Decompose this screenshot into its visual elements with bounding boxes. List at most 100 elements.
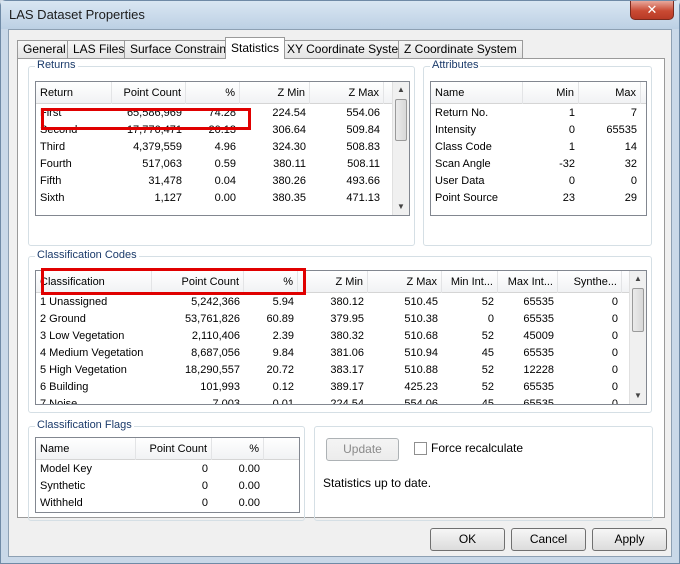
tab-xy-coordinate-system[interactable]: XY Coordinate System (281, 40, 415, 58)
scroll-thumb[interactable] (632, 288, 644, 332)
attributes-list[interactable]: Name Min Max Return No. 1 7 Intensity 0 65535… (430, 81, 647, 216)
point-count-cell: 2,110,406 (191, 330, 240, 342)
col-class-synthetic[interactable]: Synthe... (558, 271, 622, 293)
attr-max-cell: 65535 (606, 124, 637, 136)
min-intensity-cell: 45 (481, 347, 494, 359)
tab-surface-constraints[interactable]: Surface Constraints (124, 40, 242, 58)
col-flag-percent[interactable]: % (212, 438, 264, 460)
table-row[interactable]: 1 Unassigned 5,242,366 5.94 380.12 510.45 52 6… (36, 294, 646, 311)
ok-button[interactable]: OK (430, 528, 505, 551)
col-attr-max[interactable]: Max (579, 82, 641, 104)
table-row[interactable]: Third 4,379,559 4.96 324.30 508.83 (36, 139, 409, 156)
returns-scrollbar[interactable]: ▲ ▼ (392, 82, 409, 215)
scroll-down-arrow[interactable]: ▼ (393, 199, 409, 215)
point-count-cell: 101,993 (200, 381, 240, 393)
table-row[interactable]: 3 Low Vegetation 2,110,406 2.39 380.32 510.6… (36, 328, 646, 345)
tab-las-files[interactable]: LAS Files (67, 40, 131, 58)
classification-flags-list[interactable]: Name Point Count % Model Key 0 0.00 Synthet… (35, 437, 300, 513)
classification-cell: 3 Low Vegetation (40, 330, 125, 342)
col-flag-name[interactable]: Name (36, 438, 136, 460)
col-zmax[interactable]: Z Max (310, 82, 384, 104)
col-flag-point-count[interactable]: Point Count (136, 438, 212, 460)
classification-header: Classification Point Count % Z Min Z Max… (36, 271, 646, 293)
flags-header: Name Point Count % (36, 438, 299, 460)
las-dataset-properties-window: LAS Dataset Properties ✕ General LAS Fil… (0, 0, 680, 564)
returns-group-label: Returns (35, 59, 78, 71)
tab-z-coordinate-system[interactable]: Z Coordinate System (398, 40, 523, 58)
min-intensity-cell: 52 (481, 296, 494, 308)
table-row[interactable]: Intensity 0 65535 (431, 122, 646, 139)
min-intensity-cell: 52 (481, 330, 494, 342)
classification-cell: 7 Noise (40, 398, 78, 405)
col-classification[interactable]: Classification (36, 271, 152, 293)
col-zmin[interactable]: Z Min (240, 82, 310, 104)
table-row[interactable]: 5 High Vegetation 18,290,557 20.72 383.17 51… (36, 362, 646, 379)
attr-max-cell: 29 (624, 192, 637, 204)
attr-max-cell: 32 (624, 158, 637, 170)
table-row[interactable]: First 65,586,969 74.28 224.54 554.06 (36, 105, 409, 122)
zmax-cell: 510.68 (404, 330, 438, 342)
point-count-cell: 31,478 (148, 175, 182, 187)
returns-list[interactable]: Return Point Count % Z Min Z Max First 65… (35, 81, 410, 216)
table-row[interactable]: Scan Angle -32 32 (431, 156, 646, 173)
scroll-up-arrow[interactable]: ▲ (393, 82, 409, 98)
max-intensity-cell: 65535 (523, 313, 554, 325)
table-row[interactable]: Point Source 23 29 (431, 190, 646, 207)
title-bar[interactable]: LAS Dataset Properties ✕ (1, 1, 679, 29)
min-intensity-cell: 52 (481, 381, 494, 393)
min-intensity-cell: 52 (481, 364, 494, 376)
force-recalculate-checkbox[interactable] (414, 442, 427, 455)
col-class-zmax[interactable]: Z Max (368, 271, 442, 293)
cancel-button[interactable]: Cancel (511, 528, 586, 551)
table-row[interactable]: Class Code 1 14 (431, 139, 646, 156)
zmin-cell: 224.54 (272, 107, 306, 119)
table-row[interactable]: 4 Medium Vegetation 8,687,056 9.84 381.06 51… (36, 345, 646, 362)
table-row[interactable]: User Data 0 0 (431, 173, 646, 190)
update-button[interactable]: Update (326, 438, 399, 461)
scroll-down-arrow[interactable]: ▼ (630, 388, 646, 404)
table-row[interactable]: Fourth 517,063 0.59 380.11 508.11 (36, 156, 409, 173)
flag-name-cell: Withheld (40, 497, 83, 509)
col-class-percent[interactable]: % (244, 271, 298, 293)
returns-group: Returns Return Point Count % Z Min Z Max… (28, 59, 415, 246)
col-class-zmin[interactable]: Z Min (298, 271, 368, 293)
zmax-cell: 509.84 (346, 124, 380, 136)
col-class-point-count[interactable]: Point Count (152, 271, 244, 293)
classification-scrollbar[interactable]: ▲ ▼ (629, 271, 646, 404)
zmin-cell: 389.17 (330, 381, 364, 393)
table-row[interactable]: Fifth 31,478 0.04 380.26 493.66 (36, 173, 409, 190)
col-attr-name[interactable]: Name (431, 82, 523, 104)
table-row[interactable]: Second 17,776,471 20.13 306.64 509.84 (36, 122, 409, 139)
percent-cell: 0.00 (238, 497, 260, 509)
close-button[interactable]: ✕ (630, 1, 674, 20)
apply-button[interactable]: Apply (592, 528, 667, 551)
attr-name-cell: User Data (435, 175, 485, 187)
tab-statistics[interactable]: Statistics (225, 37, 286, 59)
table-row[interactable]: Return No. 1 7 (431, 105, 646, 122)
point-count-cell: 8,687,056 (191, 347, 240, 359)
table-row[interactable]: 7 Noise 7,003 0.01 224.54 554.06 45 65535 0 (36, 396, 646, 405)
col-point-count[interactable]: Point Count (112, 82, 186, 104)
col-class-max-intensity[interactable]: Max Int... (498, 271, 558, 293)
table-row[interactable]: 2 Ground 53,761,826 60.89 379.95 510.38 0 6553… (36, 311, 646, 328)
zmax-cell: 508.83 (346, 141, 380, 153)
col-class-min-intensity[interactable]: Min Int... (442, 271, 498, 293)
scroll-thumb[interactable] (395, 99, 407, 141)
point-count-cell: 517,063 (142, 158, 182, 170)
col-return[interactable]: Return (36, 82, 112, 104)
attr-min-cell: 1 (568, 141, 575, 153)
zmax-cell: 510.45 (404, 296, 438, 308)
col-attr-min[interactable]: Min (523, 82, 579, 104)
tab-general[interactable]: General (17, 40, 72, 58)
table-row[interactable]: 6 Building 101,993 0.12 389.17 425.23 52 65535… (36, 379, 646, 396)
table-row[interactable]: Withheld 0 0.00 (36, 495, 299, 512)
point-count-cell: 53,761,826 (184, 313, 240, 325)
col-percent[interactable]: % (186, 82, 240, 104)
classification-codes-list[interactable]: Classification Point Count % Z Min Z Max… (35, 270, 647, 405)
table-row[interactable]: Synthetic 0 0.00 (36, 478, 299, 495)
zmin-cell: 324.30 (272, 141, 306, 153)
percent-cell: 0.00 (238, 463, 260, 475)
table-row[interactable]: Sixth 1,127 0.00 380.35 471.13 (36, 190, 409, 207)
table-row[interactable]: Model Key 0 0.00 (36, 461, 299, 478)
scroll-up-arrow[interactable]: ▲ (630, 271, 646, 287)
